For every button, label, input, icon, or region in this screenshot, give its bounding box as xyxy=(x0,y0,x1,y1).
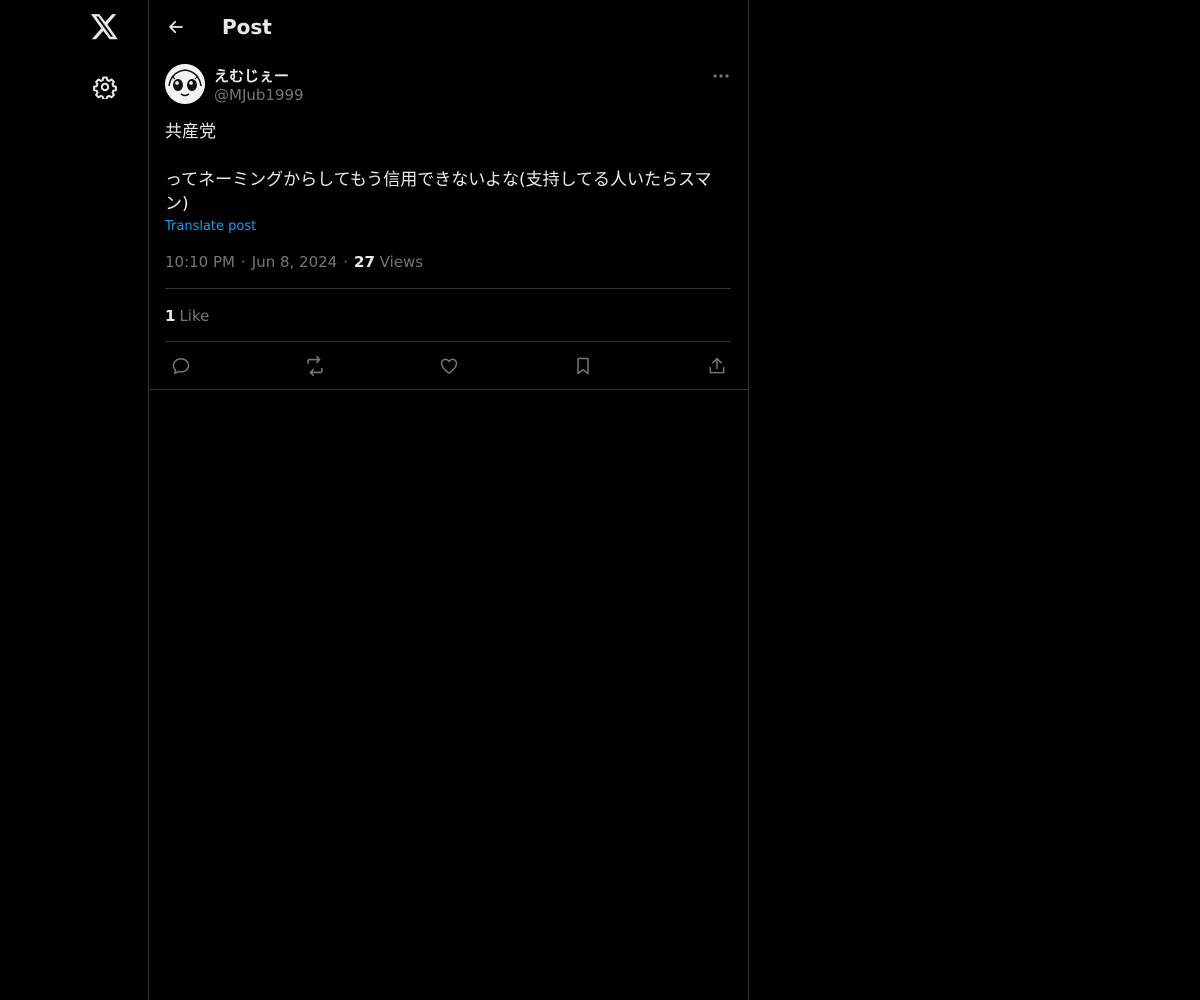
reply-icon xyxy=(172,358,190,375)
bookmark-button[interactable] xyxy=(571,354,595,378)
repost-icon xyxy=(307,356,323,376)
author-display-name[interactable]: えむじぇー xyxy=(214,65,289,86)
post-text-line: ってネーミングからしてもう信用できないよな(支持してる人いたらスマン) xyxy=(165,170,712,214)
left-rail xyxy=(0,0,149,1000)
main-column: Post えむじぇー @MJub1999 共産党 ってネーミングからしてもう信用… xyxy=(149,0,749,1000)
post-meta: 10:10 PM · Jun 8, 2024 · 27 Views xyxy=(165,253,424,271)
share-button[interactable] xyxy=(705,354,729,378)
post-text-line: 共産党 xyxy=(165,122,216,142)
bookmark-icon xyxy=(577,357,589,375)
divider xyxy=(149,389,748,390)
more-dots-icon xyxy=(713,74,729,78)
arrow-left-icon xyxy=(169,20,183,34)
translate-post-link[interactable]: Translate post xyxy=(165,219,256,234)
avatar[interactable] xyxy=(165,64,205,104)
post-date[interactable]: Jun 8, 2024 xyxy=(252,253,337,271)
views-count: 27 xyxy=(354,253,375,271)
repost-button[interactable] xyxy=(303,354,327,378)
more-options-button[interactable] xyxy=(710,66,732,86)
likes-summary[interactable]: 1 Like xyxy=(165,307,209,325)
like-button[interactable] xyxy=(437,354,461,378)
page-title: Post xyxy=(222,15,272,39)
share-icon xyxy=(709,357,725,374)
back-button[interactable] xyxy=(162,13,190,41)
views-label: Views xyxy=(379,253,424,271)
divider xyxy=(165,288,731,289)
x-logo-icon[interactable] xyxy=(89,11,121,43)
action-bar xyxy=(165,342,731,388)
reply-button[interactable] xyxy=(169,354,193,378)
post-text: 共産党 ってネーミングからしてもう信用できないよな(支持してる人いたらスマン) xyxy=(165,120,732,216)
likes-label: Like xyxy=(179,307,210,325)
likes-count: 1 xyxy=(165,307,176,325)
heart-icon xyxy=(440,358,458,374)
author-handle[interactable]: @MJub1999 xyxy=(214,86,304,104)
gear-icon[interactable] xyxy=(91,73,119,101)
post-time[interactable]: 10:10 PM xyxy=(165,253,235,271)
header: Post xyxy=(149,0,748,54)
